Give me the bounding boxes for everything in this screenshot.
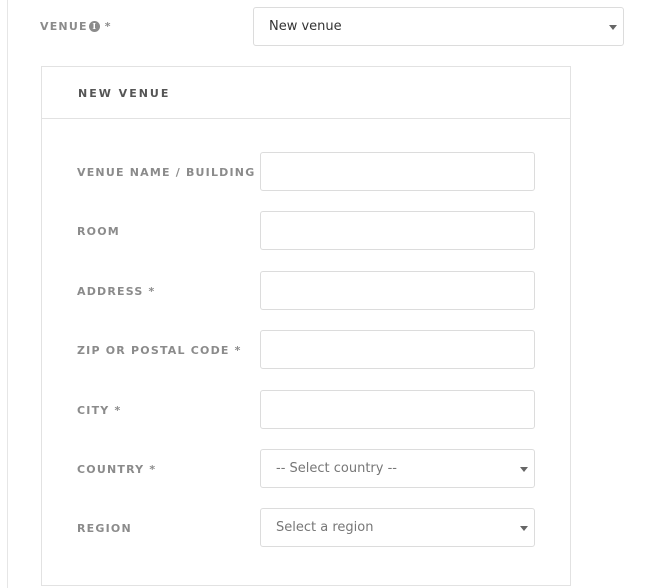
venue-select-value: New venue xyxy=(269,19,342,34)
zip-label: ZIP OR POSTAL CODE * xyxy=(77,344,242,357)
venue-label-text: VENUE xyxy=(40,20,88,33)
country-select[interactable]: -- Select country -- xyxy=(260,449,535,488)
panel-title: NEW VENUE xyxy=(78,87,171,100)
room-field[interactable] xyxy=(260,211,535,250)
venue-select[interactable]: New venue xyxy=(253,7,624,46)
address-field[interactable] xyxy=(260,271,535,310)
zip-field[interactable] xyxy=(260,330,535,369)
chevron-down-icon xyxy=(520,525,528,531)
venue-name-field[interactable] xyxy=(260,152,535,191)
region-select[interactable]: Select a region xyxy=(260,508,535,547)
region-label: REGION xyxy=(77,522,132,535)
room-label: ROOM xyxy=(77,225,120,238)
panel-header: NEW VENUE xyxy=(42,67,570,119)
venue-name-label: VENUE NAME / BUILDING * xyxy=(77,166,268,179)
chevron-down-icon xyxy=(609,24,617,30)
city-field[interactable] xyxy=(260,390,535,429)
info-icon[interactable]: i xyxy=(88,21,100,32)
region-select-value: Select a region xyxy=(276,520,374,535)
venue-label: VENUE i * xyxy=(40,20,112,33)
country-select-value: -- Select country -- xyxy=(276,461,397,476)
country-label: COUNTRY * xyxy=(77,463,157,476)
required-mark: * xyxy=(104,20,112,33)
chevron-down-icon xyxy=(520,466,528,472)
address-label: ADDRESS * xyxy=(77,285,156,298)
city-label: CITY * xyxy=(77,404,122,417)
